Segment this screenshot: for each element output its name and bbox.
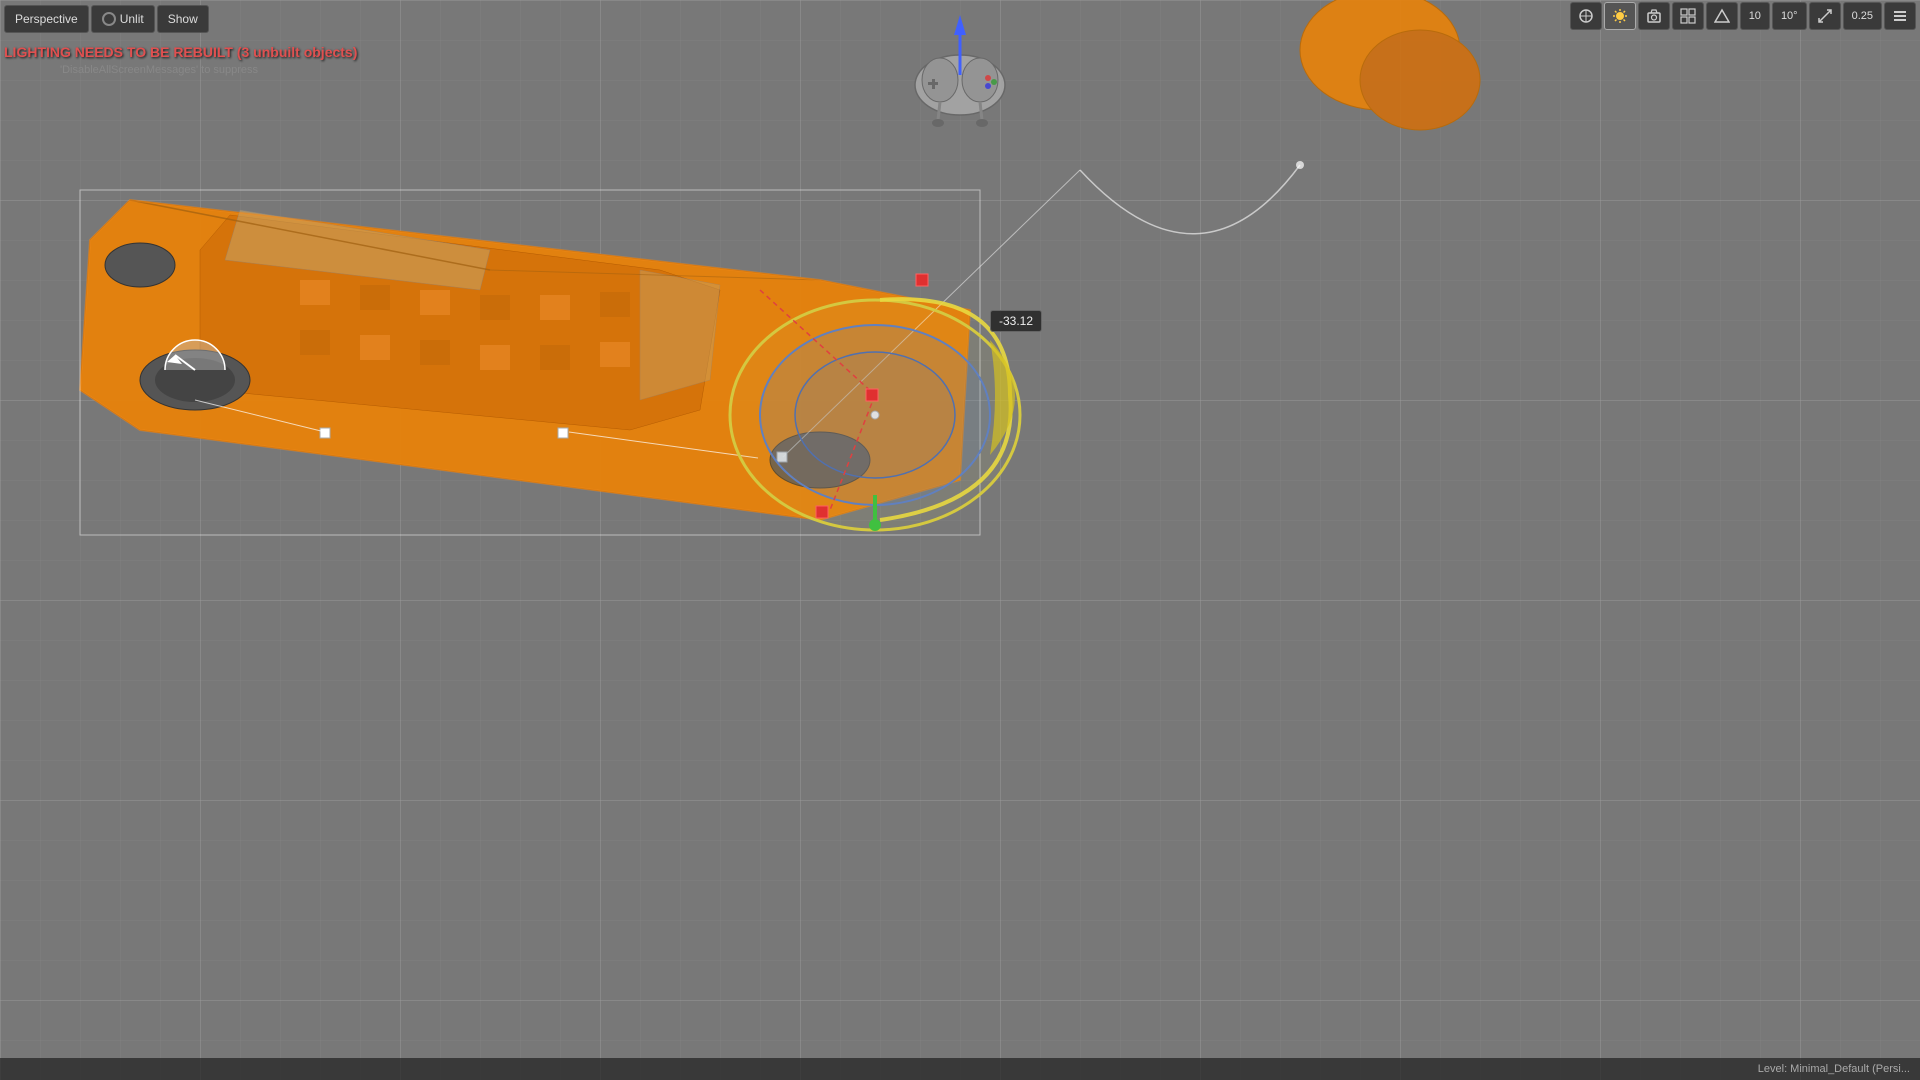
right-toolbar: 10 10° 0.25 <box>1570 2 1916 30</box>
menu-icon <box>1892 8 1908 24</box>
select-tool-button[interactable] <box>1570 2 1602 30</box>
menu-button[interactable] <box>1884 2 1916 30</box>
perspective-button[interactable]: Perspective <box>4 5 89 33</box>
scale-icon-button[interactable] <box>1809 2 1841 30</box>
grid-icon <box>1680 8 1696 24</box>
lighting-warning: LIGHTING NEEDS TO BE REBUILT (3 unbuilt … <box>4 44 357 60</box>
snap-value-button[interactable]: 10 <box>1740 2 1770 30</box>
triangle-button[interactable] <box>1706 2 1738 30</box>
triangle-icon <box>1714 8 1730 24</box>
level-status: Level: Minimal_Default (Persi... <box>1758 1063 1910 1075</box>
unlit-button[interactable]: Unlit <box>91 5 155 33</box>
rotation-tooltip: -33.12 <box>990 310 1042 332</box>
unlit-label: Unlit <box>120 12 144 26</box>
camera-button[interactable] <box>1638 2 1670 30</box>
unlit-checkbox <box>102 12 116 26</box>
angle-value: 10° <box>1781 10 1798 22</box>
camera-icon <box>1646 8 1662 24</box>
scene-canvas <box>0 0 1920 1080</box>
scale-value: 0.25 <box>1852 10 1873 22</box>
grid-button[interactable] <box>1672 2 1704 30</box>
show-button[interactable]: Show <box>157 5 209 33</box>
sun-icon <box>1612 8 1628 24</box>
warning-sub-text: 'DisableAllScreenMessages' to suppress <box>60 64 258 76</box>
perspective-label: Perspective <box>15 12 78 26</box>
sun-button[interactable] <box>1604 2 1636 30</box>
select-icon <box>1578 8 1594 24</box>
show-label: Show <box>168 12 198 26</box>
snap-value: 10 <box>1749 10 1761 22</box>
angle-value-button[interactable]: 10° <box>1772 2 1807 30</box>
scale-value-button[interactable]: 0.25 <box>1843 2 1882 30</box>
warning-subtitle: 'DisableAllScreenMessages' to suppress <box>60 64 258 76</box>
status-bar: Level: Minimal_Default (Persi... <box>0 1058 1920 1080</box>
tooltip-value: -33.12 <box>999 314 1033 328</box>
warning-main: LIGHTING NEEDS TO BE REBUILT (3 unbuilt … <box>4 44 357 60</box>
viewport[interactable]: Perspective Unlit Show <box>0 0 1920 1080</box>
scale-icon <box>1817 8 1833 24</box>
